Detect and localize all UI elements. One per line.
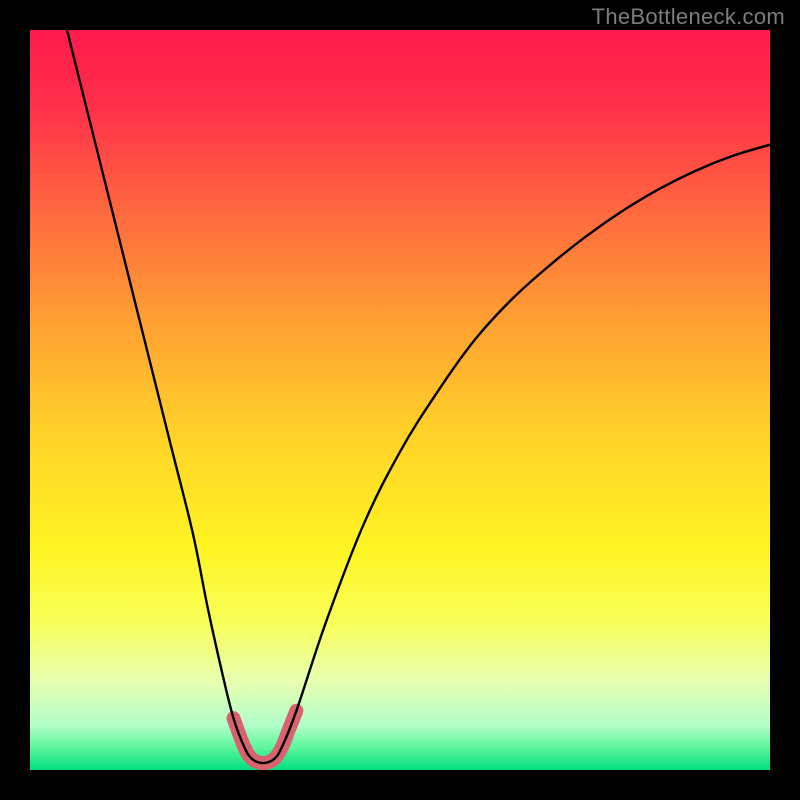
chart-svg [30, 30, 770, 770]
watermark-label: TheBottleneck.com [592, 4, 785, 30]
chart-frame: TheBottleneck.com [0, 0, 800, 800]
gradient-background [30, 30, 770, 770]
plot-area [30, 30, 770, 770]
